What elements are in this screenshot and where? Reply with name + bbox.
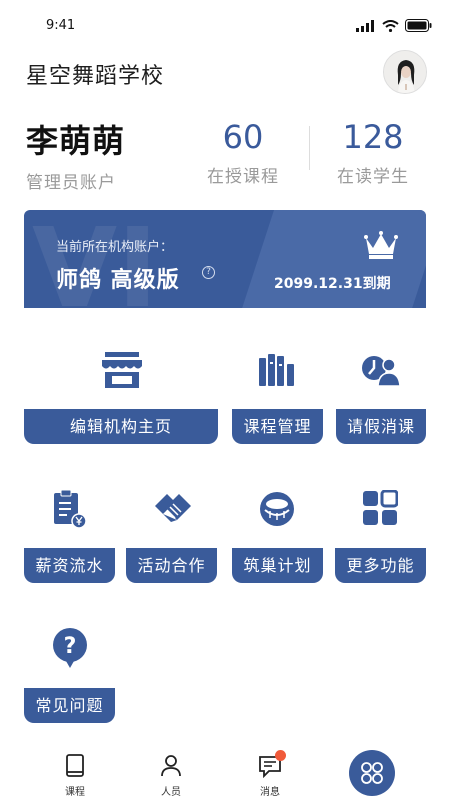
store-icon	[101, 350, 143, 394]
activity-cooperation-button[interactable]: 活动合作	[126, 548, 217, 583]
apps-fab-button[interactable]	[349, 750, 395, 796]
grid-icon	[362, 489, 399, 530]
user-name: 李萌萌	[26, 122, 126, 160]
tab-people-label: 人员	[161, 787, 181, 798]
user-block: 李萌萌 管理员账户	[26, 116, 125, 193]
leave-icon	[361, 352, 401, 392]
tab-people[interactable]: 人员	[146, 754, 196, 798]
book-icon	[66, 754, 84, 777]
avatar[interactable]	[383, 50, 427, 94]
person-icon	[161, 755, 181, 777]
school-name: 星空舞蹈学校	[26, 64, 165, 89]
banner-plan: 师鸽 高级版	[56, 268, 180, 293]
tab-courses[interactable]: 课程	[50, 754, 100, 798]
stat-students-value: 128	[342, 118, 404, 156]
more-features-button[interactable]: 更多功能	[335, 548, 426, 583]
user-role: 管理员账户	[26, 173, 116, 193]
salary-icon	[51, 489, 89, 534]
notification-dot	[275, 750, 286, 761]
avatar-portrait-icon	[384, 51, 426, 93]
battery-icon	[405, 19, 432, 32]
tab-messages-label: 消息	[260, 787, 280, 798]
leave-cancel-button[interactable]: 请假消课	[336, 409, 426, 444]
signal-icon	[356, 19, 374, 32]
crown-icon	[364, 231, 398, 259]
account-banner[interactable]: VI 当前所在机构账户： 师鸽 高级版 ? 2099.12.31到期	[24, 210, 426, 308]
stat-courses-value: 60	[222, 118, 264, 156]
status-time: 9:41	[46, 18, 76, 33]
stat-courses[interactable]: 60 在授课程	[205, 118, 281, 187]
tab-messages[interactable]: 消息	[245, 750, 295, 798]
help-circle-icon[interactable]: ?	[202, 266, 215, 279]
apps-circles-icon	[361, 762, 383, 784]
banner-right-panel	[242, 210, 426, 308]
books-icon	[258, 352, 296, 392]
edit-homepage-button[interactable]: 编辑机构主页	[24, 409, 218, 444]
header: 星空舞蹈学校	[0, 44, 450, 100]
question-icon: ?	[51, 627, 89, 673]
banner-expire: 2099.12.31到期	[274, 276, 391, 292]
faq-button[interactable]: 常见问题	[24, 688, 115, 723]
stat-courses-label: 在授课程	[207, 167, 279, 187]
svg-text:?: ?	[64, 634, 77, 659]
status-bar: 9:41	[0, 0, 450, 40]
stat-students-label: 在读学生	[337, 167, 409, 187]
nest-plan-button[interactable]: 筑巢计划	[232, 548, 323, 583]
tab-courses-label: 课程	[65, 787, 85, 798]
stat-divider	[309, 126, 310, 170]
salary-flow-button[interactable]: 薪资流水	[24, 548, 115, 583]
course-management-button[interactable]: 课程管理	[232, 409, 323, 444]
banner-subtitle: 当前所在机构账户：	[56, 240, 174, 255]
stat-students[interactable]: 128 在读学生	[335, 118, 411, 187]
nest-icon	[258, 490, 296, 532]
wifi-icon	[382, 19, 399, 32]
status-icons	[356, 19, 432, 32]
handshake-icon	[153, 490, 193, 534]
